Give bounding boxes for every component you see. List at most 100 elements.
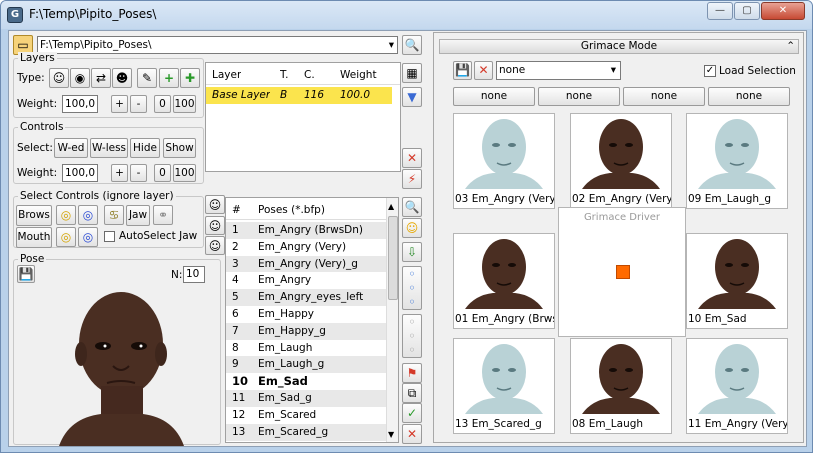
- pose-row[interactable]: 12 Em_Scared: [226, 406, 386, 424]
- pose-n-input[interactable]: 10: [183, 266, 205, 283]
- grimace-driver-handle[interactable]: [616, 265, 630, 279]
- pose-row[interactable]: 10 Em_Sad: [226, 373, 386, 391]
- pose-row[interactable]: 1 Em_Angry (BrwsDn): [226, 222, 386, 239]
- collapse-icon[interactable]: ⌃: [786, 40, 795, 53]
- layer-type-mirror-icon[interactable]: ⇄: [91, 68, 111, 88]
- layer-row-base[interactable]: Base Layer B 116 100.0: [206, 87, 392, 104]
- layers-weight-input[interactable]: 100,0: [62, 95, 98, 113]
- layers-weight-minus-button[interactable]: -: [130, 95, 147, 113]
- brows-left-target-icon[interactable]: ◎: [56, 205, 76, 225]
- minimize-button[interactable]: —: [707, 2, 733, 20]
- mouth-left-target-icon[interactable]: ◎: [56, 227, 76, 247]
- layers-weight-plus-button[interactable]: +: [111, 95, 128, 113]
- close-button[interactable]: ✕: [761, 2, 805, 20]
- pose-row[interactable]: 7 Em_Happy_g: [226, 322, 386, 340]
- grimace-slot-4[interactable]: none: [708, 87, 790, 106]
- grimace-header[interactable]: Grimace Mode ⌃: [439, 39, 799, 54]
- select-weightless-button[interactable]: W-less: [90, 138, 128, 158]
- grimace-preset-dropdown[interactable]: none ▾: [496, 61, 621, 80]
- controls-weight-plus-button[interactable]: +: [111, 164, 128, 182]
- pose-row[interactable]: 8 Em_Laugh: [226, 339, 386, 357]
- copy-icon[interactable]: ⧉: [402, 383, 422, 403]
- pose-row[interactable]: 13 Em_Scared_g: [226, 423, 386, 441]
- select-weighted-button[interactable]: W-ed: [54, 138, 88, 158]
- grimace-thumbnail[interactable]: 02 Em_Angry (Very: [570, 113, 672, 209]
- controls-weight-zero-button[interactable]: 0: [154, 164, 171, 182]
- browse-search-icon[interactable]: 🔍: [402, 35, 422, 55]
- grimace-slot-1[interactable]: none: [453, 87, 535, 106]
- grimace-slot-3[interactable]: none: [623, 87, 705, 106]
- apply-check-icon[interactable]: ✓: [402, 403, 422, 423]
- grimace-save-icon[interactable]: 💾: [453, 61, 472, 80]
- calendar-icon[interactable]: ▦: [402, 63, 422, 83]
- mouth-right-target-icon[interactable]: ◎: [78, 227, 98, 247]
- pose-number: 4: [232, 274, 239, 287]
- pose-row[interactable]: 3 Em_Angry (Very)_g: [226, 255, 386, 273]
- app-icon: G: [7, 7, 23, 23]
- pose-row[interactable]: 9 Em_Laugh_g: [226, 356, 386, 374]
- pose-row[interactable]: 11 Em_Sad_g: [226, 390, 386, 407]
- layer-type-user-icon[interactable]: ☺: [49, 68, 69, 88]
- grimace-thumbnail[interactable]: 10 Em_Sad: [686, 233, 788, 329]
- link-chain-icon[interactable]: ◦ ◦ ◦: [402, 266, 422, 310]
- unlink-chain-icon[interactable]: ◦ ◦ ◦: [402, 314, 422, 358]
- edit-pencil-icon[interactable]: ✎: [137, 68, 157, 88]
- col-type: T.: [280, 69, 289, 81]
- filter-icon[interactable]: ▼: [402, 87, 422, 107]
- pose-row[interactable]: 6 Em_Happy: [226, 306, 386, 323]
- brows-right-target-icon[interactable]: ◎: [78, 205, 98, 225]
- person-red-icon[interactable]: ☺: [205, 216, 225, 235]
- controls-weight-input[interactable]: 100,0: [62, 164, 98, 182]
- delete-pose-icon[interactable]: ✕: [402, 424, 422, 444]
- jaw-button[interactable]: Jaw: [126, 205, 150, 226]
- person-orange-icon[interactable]: ☺: [205, 236, 225, 255]
- smiley-icon[interactable]: ☺: [402, 218, 422, 238]
- grimace-delete-icon[interactable]: ✕: [474, 61, 493, 80]
- flag-icon[interactable]: ⚑: [402, 363, 422, 383]
- path-dropdown[interactable]: F:\Temp\Pipito_Poses\ ▾: [37, 36, 398, 54]
- brows-button[interactable]: Brows: [16, 205, 52, 226]
- layer-type-head-icon[interactable]: ☻: [112, 68, 132, 88]
- person-green-icon[interactable]: ☺: [205, 195, 225, 214]
- controls-weight-minus-button[interactable]: -: [130, 164, 147, 182]
- grimace-thumbnail-caption: 11 Em_Angry (Very: [688, 418, 787, 430]
- grimace-preset-value: none: [499, 64, 526, 76]
- add-layer-icon[interactable]: +: [159, 68, 179, 88]
- pose-row[interactable]: 2 Em_Angry (Very): [226, 238, 386, 256]
- pose-row[interactable]: 5 Em_Angry_eyes_left: [226, 289, 386, 307]
- controls-weight-hundred-button[interactable]: 100: [173, 164, 196, 182]
- grimace-thumbnail[interactable]: 08 Em_Laugh: [570, 338, 672, 434]
- poses-list: # Poses (*.bfp) 1 Em_Angry (BrwsDn) 2 Em_An…: [225, 197, 399, 443]
- pose-row[interactable]: 4 Em_Angry: [226, 272, 386, 290]
- add-layer-outline-icon[interactable]: ✚: [180, 68, 200, 88]
- scroll-thumb[interactable]: [388, 216, 398, 300]
- layers-weight-hundred-button[interactable]: 100: [173, 95, 196, 113]
- grimace-slot-2[interactable]: none: [538, 87, 620, 106]
- mouth-button[interactable]: Mouth: [16, 227, 52, 248]
- poses-scrollbar[interactable]: ▲ ▼: [386, 198, 398, 442]
- show-controls-button[interactable]: Show: [163, 138, 196, 158]
- find-pose-icon[interactable]: 🔍: [402, 197, 422, 217]
- maximize-button[interactable]: ▢: [734, 2, 760, 20]
- layer-type-eye-icon[interactable]: ◉: [70, 68, 90, 88]
- grimace-driver[interactable]: Grimace Driver: [558, 207, 686, 337]
- import-pose-icon[interactable]: ⇩: [402, 242, 422, 262]
- grimace-thumbnail[interactable]: 03 Em_Angry (Very: [453, 113, 555, 209]
- grimace-thumbnail[interactable]: 01 Em_Angry (Brws: [453, 233, 555, 329]
- grimace-thumbnail[interactable]: 09 Em_Laugh_g: [686, 113, 788, 209]
- layers-weight-zero-button[interactable]: 0: [154, 95, 171, 113]
- grimace-thumbnail-caption: 10 Em_Sad: [688, 313, 747, 325]
- delete-layer-icon[interactable]: ✕: [402, 148, 422, 168]
- load-selection-checkbox[interactable]: ✓: [704, 65, 716, 77]
- grimace-thumbnail[interactable]: 13 Em_Scared_g: [453, 338, 555, 434]
- eyes-target-icon[interactable]: ♋: [104, 205, 124, 225]
- jaw-target-icon[interactable]: ⚭: [153, 205, 173, 225]
- lightning-icon[interactable]: ⚡: [402, 169, 422, 189]
- save-pose-icon[interactable]: 💾: [17, 265, 35, 283]
- hide-controls-button[interactable]: Hide: [130, 138, 160, 158]
- grimace-thumbnail[interactable]: 11 Em_Angry (Very: [686, 338, 788, 434]
- scroll-up-icon[interactable]: ▲: [388, 202, 394, 211]
- pose-number: 8: [232, 341, 239, 354]
- scroll-down-icon[interactable]: ▼: [388, 430, 394, 439]
- autoselect-jaw-checkbox[interactable]: [104, 231, 115, 242]
